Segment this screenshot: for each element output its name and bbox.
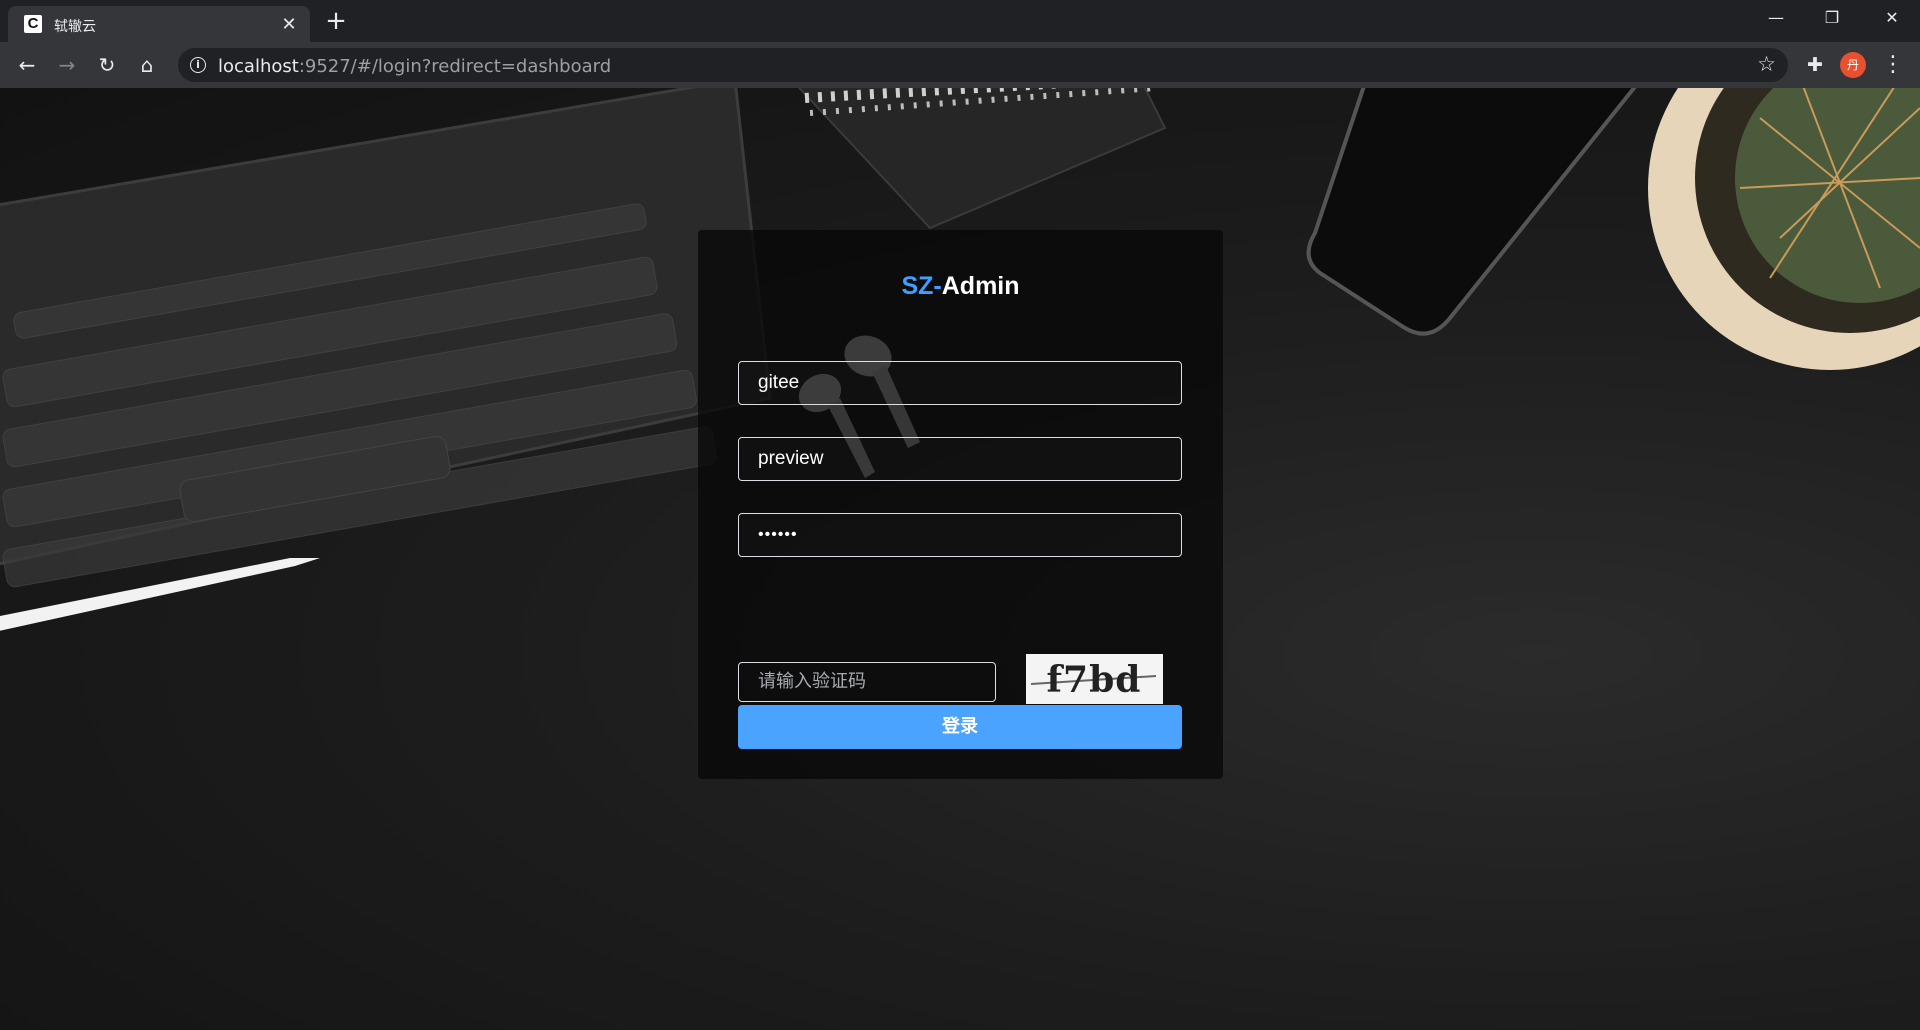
back-arrow-icon[interactable]: ← <box>12 50 42 80</box>
cactus-plant-illustration <box>1648 88 1920 370</box>
new-tab-button[interactable]: + <box>322 8 350 36</box>
notebook-illustration <box>797 88 1167 230</box>
tenant-input[interactable]: gitee <box>738 361 1182 405</box>
profile-avatar[interactable]: 丹 <box>1840 52 1866 78</box>
browser-menu-icon[interactable]: ⋮ <box>1878 50 1908 80</box>
login-page: SZ-Admin gitee preview •••••• 请输入验证码 f7b… <box>0 88 1920 1030</box>
bookmark-star-icon[interactable]: ☆ <box>1757 52 1776 76</box>
forward-arrow-icon[interactable]: → <box>52 50 82 80</box>
url-text[interactable]: localhost:9527/#/login?redirect=dashboar… <box>218 56 611 77</box>
captcha-image[interactable]: f7bd <box>1026 654 1163 704</box>
username-input[interactable]: preview <box>738 437 1182 481</box>
home-icon[interactable]: ⌂ <box>132 50 162 80</box>
minimize-window-button[interactable]: — <box>1748 0 1804 36</box>
login-card: SZ-Admin gitee preview •••••• 请输入验证码 f7b… <box>698 230 1223 779</box>
site-info-icon[interactable]: i <box>190 57 206 73</box>
browser-toolbar: ← → ↻ ⌂ i localhost:9527/#/login?redirec… <box>0 42 1920 88</box>
extensions-puzzle-icon[interactable]: ✚ <box>1800 50 1830 80</box>
login-button[interactable]: 登录 <box>738 705 1182 749</box>
site-favicon-icon: C <box>24 15 42 33</box>
smartphone-illustration <box>1306 88 1637 336</box>
address-bar[interactable]: i localhost:9527/#/login?redirect=dashbo… <box>178 48 1788 82</box>
browser-tab-strip: C 轼辙云 ✕ + — ❐ ✕ <box>0 0 1920 42</box>
url-host: localhost <box>218 56 299 77</box>
password-input[interactable]: •••••• <box>738 513 1182 557</box>
close-tab-icon[interactable]: ✕ <box>278 13 300 35</box>
title-suffix: Admin <box>941 272 1020 300</box>
title-prefix: SZ- <box>901 272 942 300</box>
browser-tab[interactable]: C 轼辙云 ✕ <box>8 6 310 42</box>
tab-title: 轼辙云 <box>54 19 96 35</box>
captcha-text: f7bd <box>1047 659 1142 701</box>
login-title: SZ-Admin <box>698 272 1223 301</box>
url-path: :9527/#/login?redirect=dashboard <box>298 56 612 77</box>
keyboard-illustration <box>0 88 772 588</box>
reload-icon[interactable]: ↻ <box>92 50 122 80</box>
close-window-button[interactable]: ✕ <box>1864 0 1920 36</box>
captcha-input[interactable]: 请输入验证码 <box>738 662 996 702</box>
restore-window-button[interactable]: ❐ <box>1804 0 1860 36</box>
